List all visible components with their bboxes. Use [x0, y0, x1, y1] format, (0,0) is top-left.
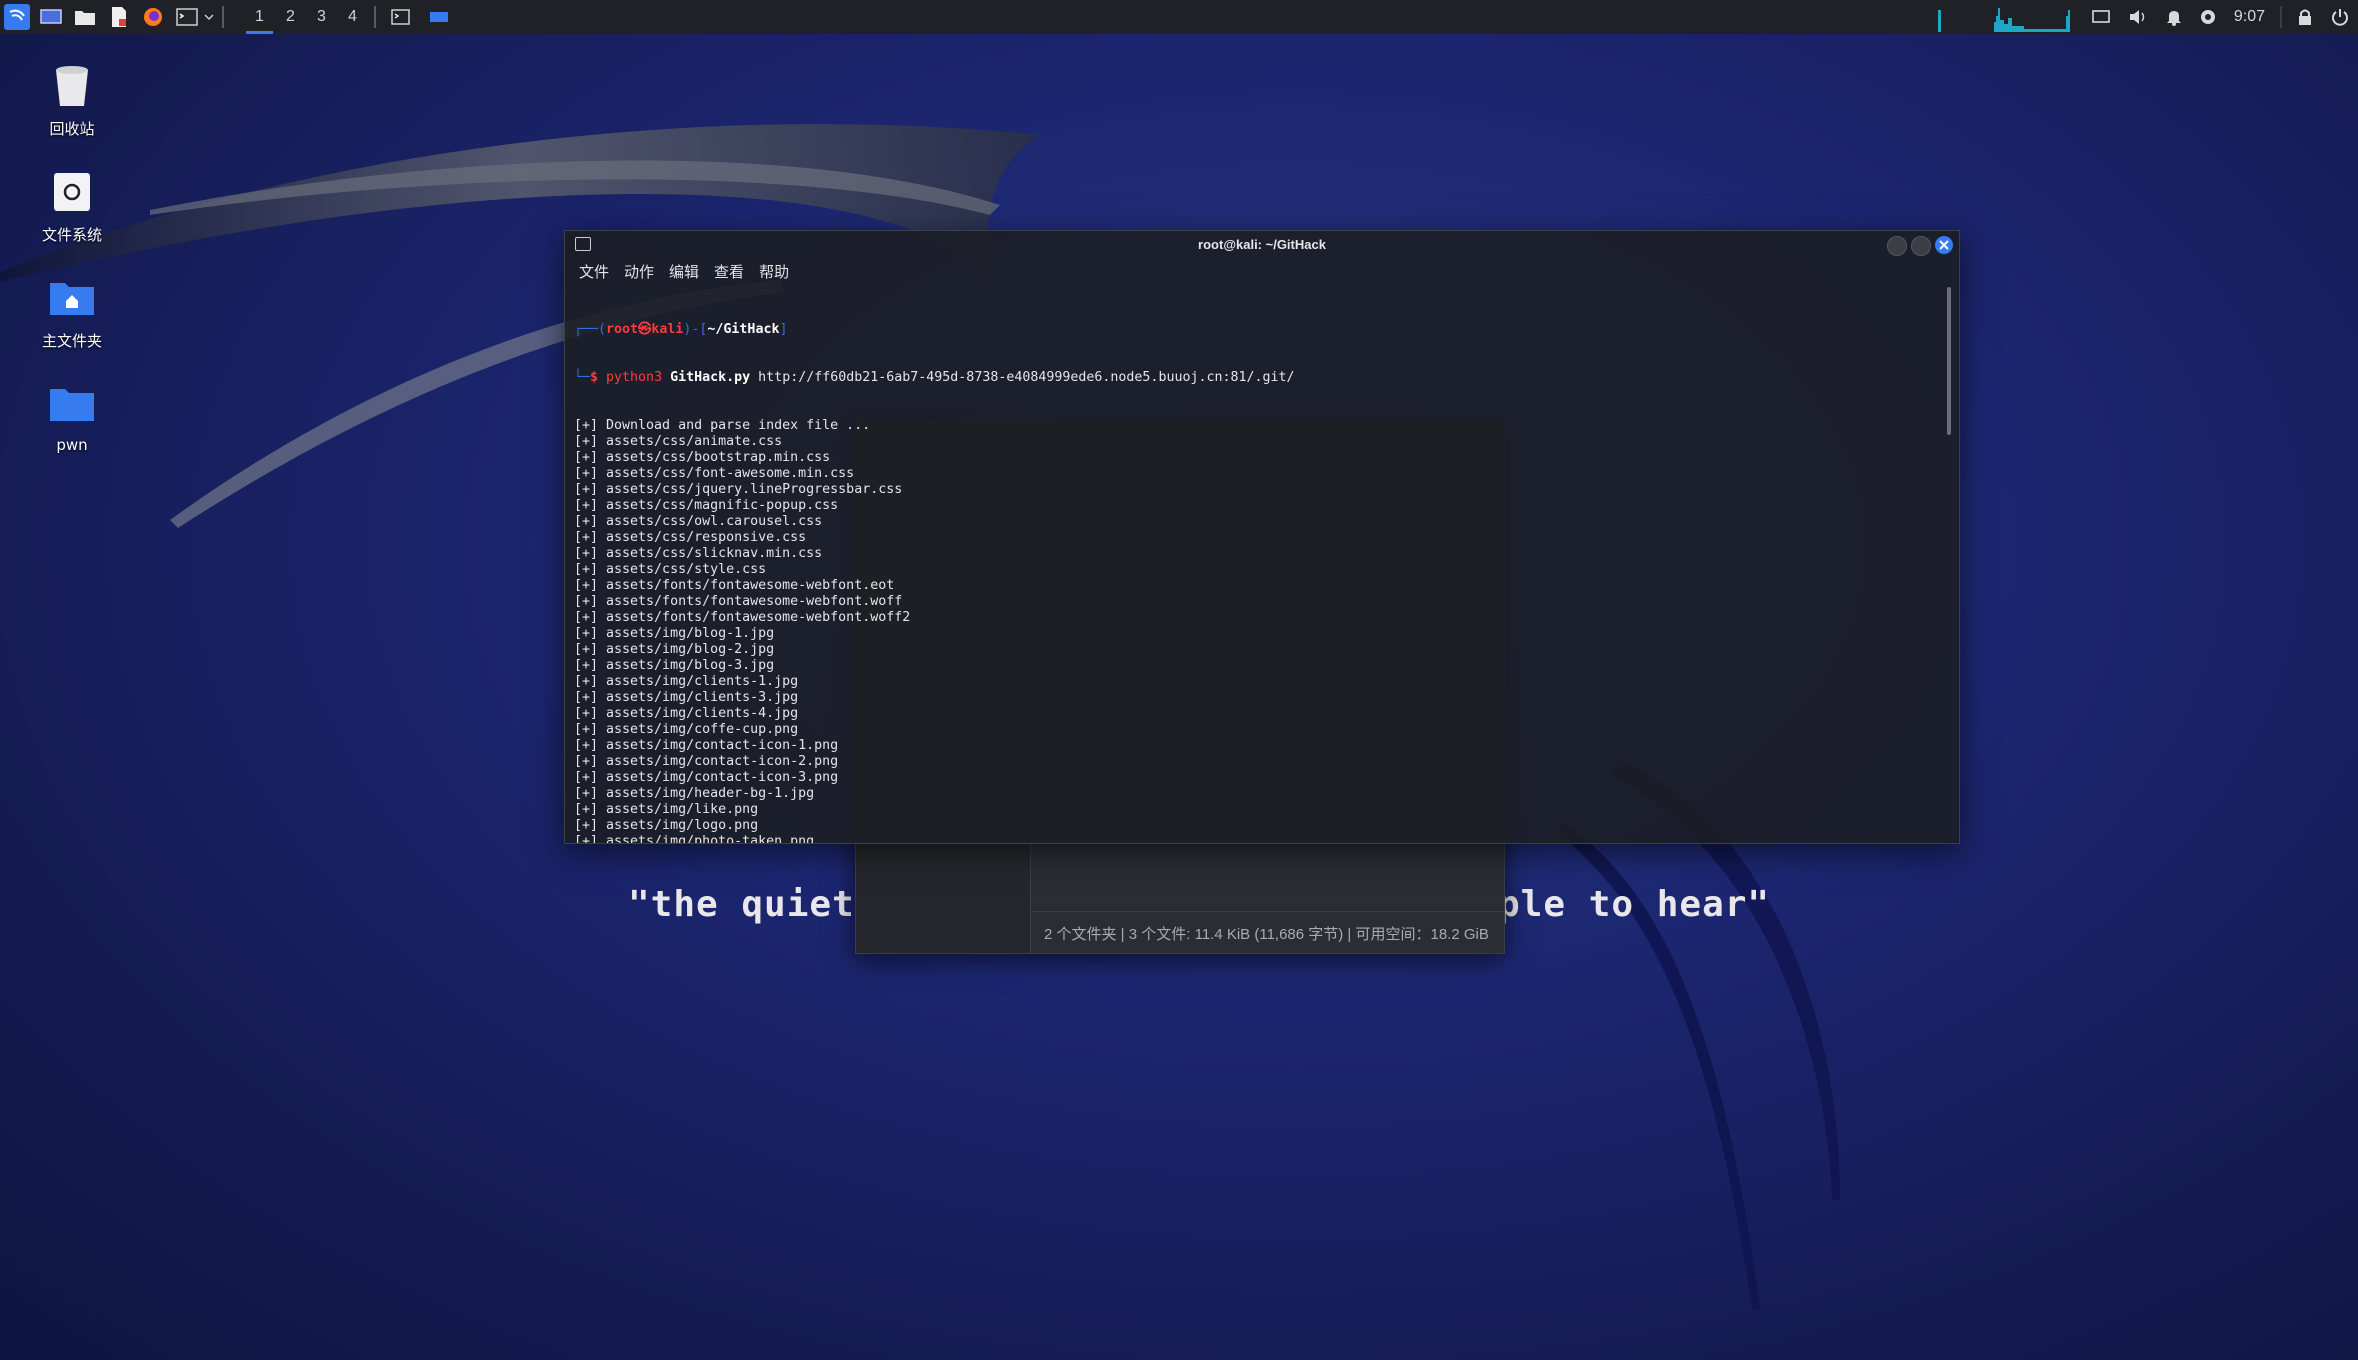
desktop-icon-label: 文件系统: [41, 226, 102, 244]
lock-icon[interactable]: [2297, 8, 2313, 26]
output-line: [+] assets/css/magnific-popup.css: [574, 498, 839, 513]
desktop-icon-label: pwn: [56, 436, 88, 454]
output-line: [+] assets/img/blog-3.jpg: [574, 658, 775, 673]
menu-actions[interactable]: 动作: [624, 261, 654, 282]
menu-help[interactable]: 帮助: [759, 261, 789, 282]
output-line: [+] assets/fonts/fontawesome-webfont.wof…: [574, 610, 911, 625]
drive-icon: [46, 166, 98, 218]
panel-separator: [2280, 6, 2282, 28]
output-line: [+] assets/img/header-bg-1.jpg: [574, 786, 815, 801]
output-line: [+] assets/img/blog-1.jpg: [574, 626, 775, 641]
panel-separator: [222, 6, 224, 28]
terminal-scrollbar[interactable]: [1947, 287, 1951, 435]
firefox-icon[interactable]: [140, 4, 166, 30]
taskbar-filemanager-icon[interactable]: [426, 4, 452, 30]
maximize-button[interactable]: [1911, 236, 1931, 256]
power-icon[interactable]: [2331, 8, 2349, 26]
terminal-menubar: 文件 动作 编辑 查看 帮助: [579, 261, 804, 282]
output-line: [+] assets/css/jquery.lineProgressbar.cs…: [574, 482, 903, 497]
output-line: [+] assets/css/bootstrap.min.css: [574, 450, 831, 465]
output-line: [+] assets/img/contact-icon-2.png: [574, 754, 839, 769]
chevron-down-icon[interactable]: [202, 4, 216, 30]
output-line: [+] assets/css/animate.css: [574, 434, 783, 449]
desktop-filesystem[interactable]: 文件系统: [22, 166, 122, 245]
output-line: [+] assets/css/slicknav.min.css: [574, 546, 823, 561]
output-line: [+] assets/img/contact-icon-1.png: [574, 738, 839, 753]
minimize-button[interactable]: [1887, 236, 1907, 256]
prompt-dir: ~/GitHack: [707, 322, 780, 337]
terminal-window[interactable]: root@kali: ~/GitHack 文件 动作 编辑 查看 帮助 ┌──(…: [564, 230, 1960, 844]
output-line: [+] assets/img/logo.png: [574, 818, 759, 833]
output-line: [+] assets/img/clients-3.jpg: [574, 690, 799, 705]
volume-icon[interactable]: [2128, 8, 2148, 26]
desktop-pwn[interactable]: pwn: [22, 378, 122, 454]
output-line: [+] assets/img/photo-taken.png: [574, 834, 815, 843]
menu-file[interactable]: 文件: [579, 261, 609, 282]
network-icon[interactable]: [2200, 9, 2216, 25]
output-line: [+] assets/img/blog-2.jpg: [574, 642, 775, 657]
workspace-2[interactable]: 2: [275, 0, 306, 34]
prompt-line: ┌──(root㉿kali)-[~/GitHack]: [574, 322, 788, 337]
terminal-icon[interactable]: [174, 4, 200, 30]
output-line: [+] assets/css/responsive.css: [574, 530, 807, 545]
workspace-switcher: 1 2 3 4: [244, 0, 368, 34]
output-line: [+] assets/css/font-awesome.min.css: [574, 466, 855, 481]
prompt-user: root㉿kali: [606, 322, 684, 337]
output-line: [+] assets/img/clients-4.jpg: [574, 706, 799, 721]
menu-view[interactable]: 查看: [714, 261, 744, 282]
system-tray: 9:07: [1925, 0, 2358, 34]
home-folder-icon: [46, 272, 98, 324]
close-button[interactable]: [1935, 236, 1953, 254]
command-script: GitHack.py: [670, 370, 751, 385]
command-url: http://ff60db21-6ab7-495d-8738-e4084999e…: [758, 370, 1295, 385]
status-divider: [1030, 911, 1504, 912]
terminal-output[interactable]: ┌──(root㉿kali)-[~/GitHack] └─$ python3 G…: [574, 290, 1939, 843]
menu-edit[interactable]: 编辑: [669, 261, 699, 282]
trash-icon: [46, 60, 98, 112]
output-line: [+] assets/img/clients-1.jpg: [574, 674, 799, 689]
command-name: python3: [606, 370, 663, 385]
output-line: [+] assets/fonts/fontawesome-webfont.wof…: [574, 594, 903, 609]
file-manager-status: 2 个文件夹 | 3 个文件: 11.4 KiB (11,686 字节) | 可…: [1044, 926, 1489, 943]
output-line: [+] assets/img/like.png: [574, 802, 759, 817]
output-line: [+] assets/css/style.css: [574, 562, 767, 577]
output-line: [+] assets/fonts/fontawesome-webfont.eot: [574, 578, 895, 593]
top-panel: 1 2 3 4 9:07: [0, 0, 2358, 34]
terminal-titlebar[interactable]: root@kali: ~/GitHack: [565, 231, 1959, 259]
desktop-icon[interactable]: [38, 4, 64, 30]
taskbar-terminal-icon[interactable]: [388, 4, 414, 30]
clock[interactable]: 9:07: [2234, 8, 2265, 26]
command-line: └─$ python3 GitHack.py http://ff60db21-6…: [574, 370, 1295, 385]
file-manager-icon[interactable]: [72, 4, 98, 30]
output-line: [+] assets/img/coffe-cup.png: [574, 722, 799, 737]
output-line: [+] assets/css/owl.carousel.css: [574, 514, 823, 529]
desktop-trash[interactable]: 回收站: [22, 60, 122, 139]
panel-separator: [374, 6, 376, 28]
notification-bell-icon[interactable]: [2166, 8, 2182, 26]
desktop-home[interactable]: 主文件夹: [22, 272, 122, 351]
output-line: [+] Download and parse index file ...: [574, 418, 871, 433]
file-manager-sidebar[interactable]: [856, 845, 1031, 953]
window-title: root@kali: ~/GitHack: [1198, 237, 1326, 252]
text-editor-icon[interactable]: [106, 4, 132, 30]
workspace-1[interactable]: 1: [244, 0, 275, 34]
desktop-icon-label: 回收站: [49, 120, 95, 138]
output-line: [+] assets/img/contact-icon-3.png: [574, 770, 839, 785]
desktop-icon-label: 主文件夹: [41, 332, 102, 350]
folder-icon: [46, 378, 98, 430]
output-lines: [+] Download and parse index file ... [+]…: [574, 418, 1939, 843]
workspace-3[interactable]: 3: [306, 0, 337, 34]
close-icon: [1939, 240, 1949, 250]
cpu-graph-icon[interactable]: [1933, 2, 2074, 32]
display-icon[interactable]: [2092, 9, 2110, 25]
workspace-4[interactable]: 4: [337, 0, 368, 34]
wallpaper-quote-right: ple to hear": [1498, 884, 1771, 925]
kali-menu-icon[interactable]: [4, 4, 30, 30]
